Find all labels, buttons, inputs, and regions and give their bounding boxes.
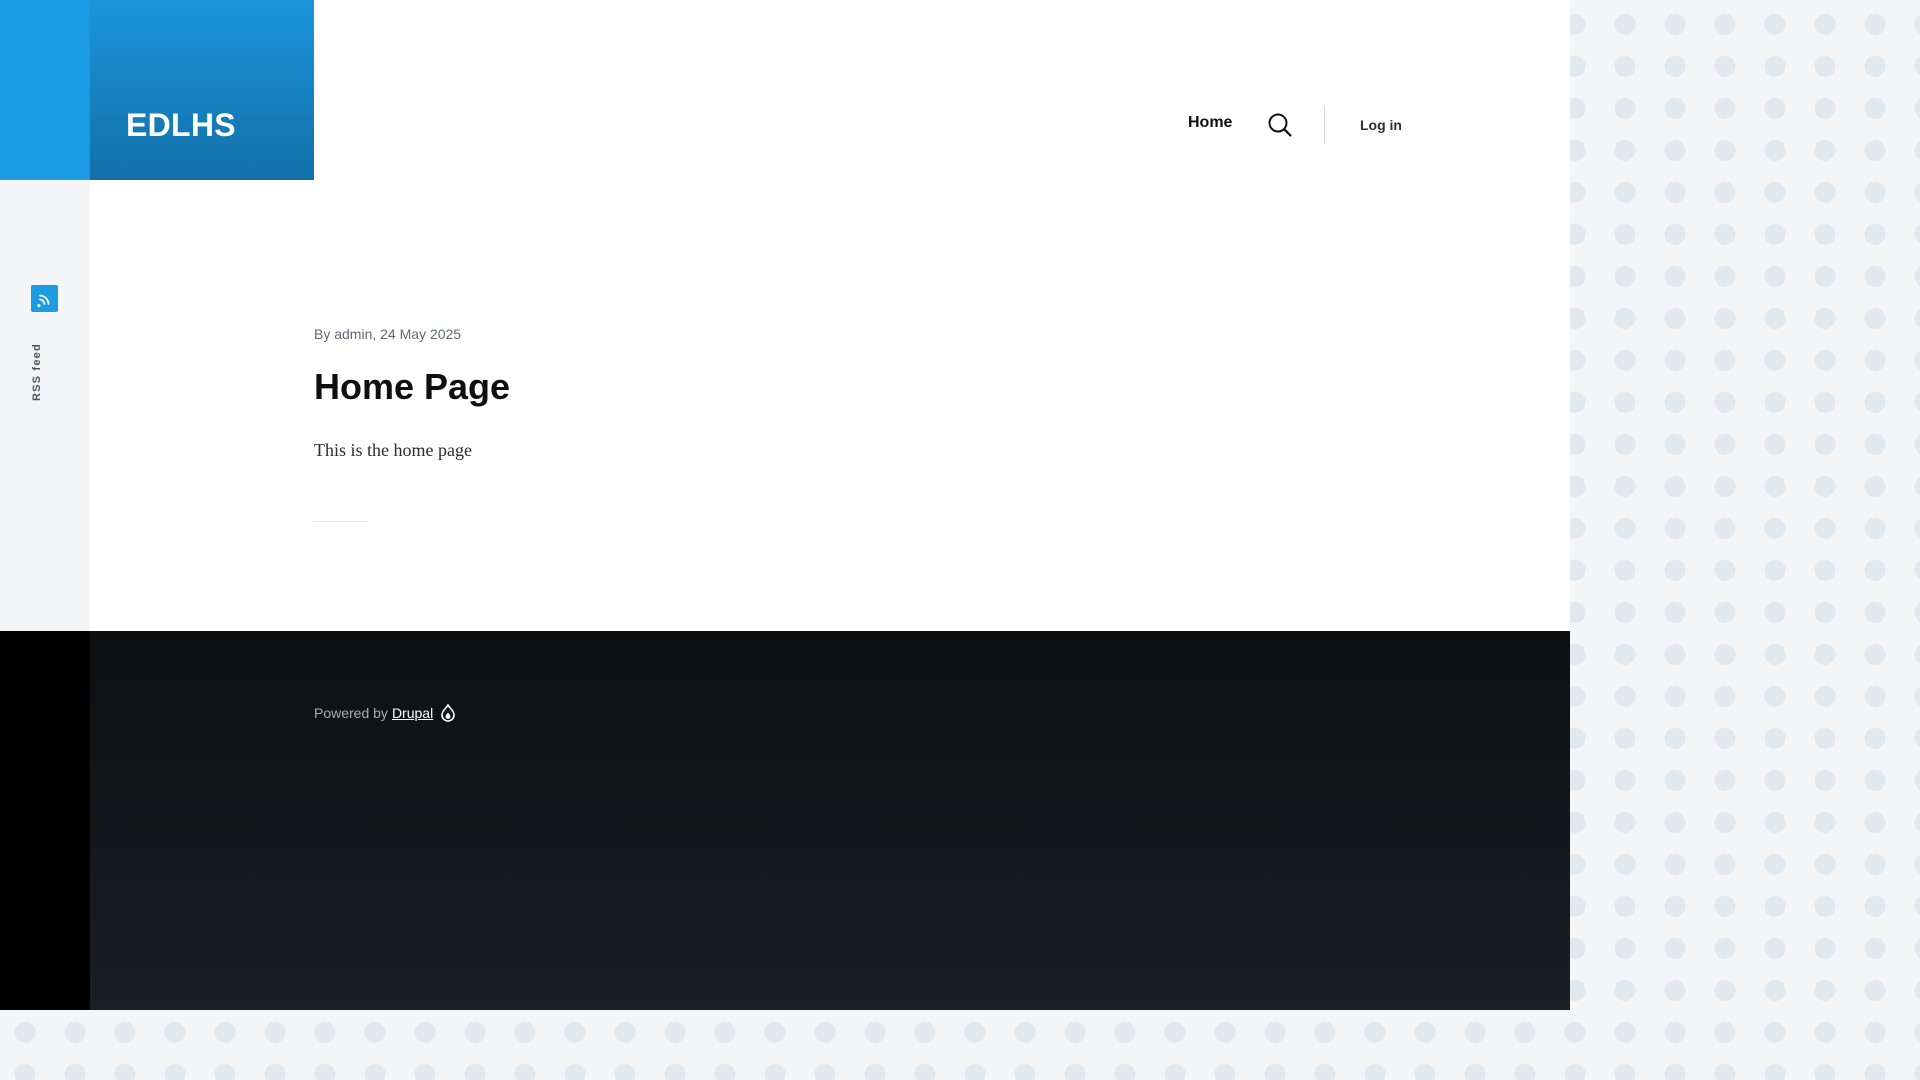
rss-feed-label: RSS feed: [31, 343, 43, 401]
site-footer: Powered by Drupal: [90, 631, 1570, 1010]
search-icon: [1268, 113, 1292, 137]
rss-icon: [31, 285, 58, 312]
site-name-link[interactable]: EDLHS: [126, 107, 236, 143]
drupal-link[interactable]: Drupal: [392, 705, 433, 721]
content-divider: [314, 521, 368, 522]
nav-item-home[interactable]: Home: [1188, 114, 1232, 132]
article-body: This is the home page: [314, 440, 472, 460]
footer-left-strip: [0, 631, 90, 1010]
powered-by: Powered by Drupal: [314, 703, 455, 722]
social-bar: RSS feed: [0, 180, 90, 631]
brand-strip: [0, 0, 90, 180]
article-meta: By admin, 24 May 2025: [314, 326, 462, 342]
nav-divider: [1324, 106, 1325, 144]
powered-by-prefix: Powered by: [314, 705, 388, 721]
page-frame: EDLHS Home Log in RSS feed By admin, 24 …: [0, 0, 1570, 1010]
search-button[interactable]: [1267, 112, 1293, 138]
site-branding: EDLHS: [90, 0, 314, 180]
login-link[interactable]: Log in: [1360, 117, 1402, 133]
rss-feed-link[interactable]: RSS feed: [31, 285, 58, 401]
page-title: Home Page: [314, 366, 511, 407]
drupal-icon: [441, 703, 455, 722]
